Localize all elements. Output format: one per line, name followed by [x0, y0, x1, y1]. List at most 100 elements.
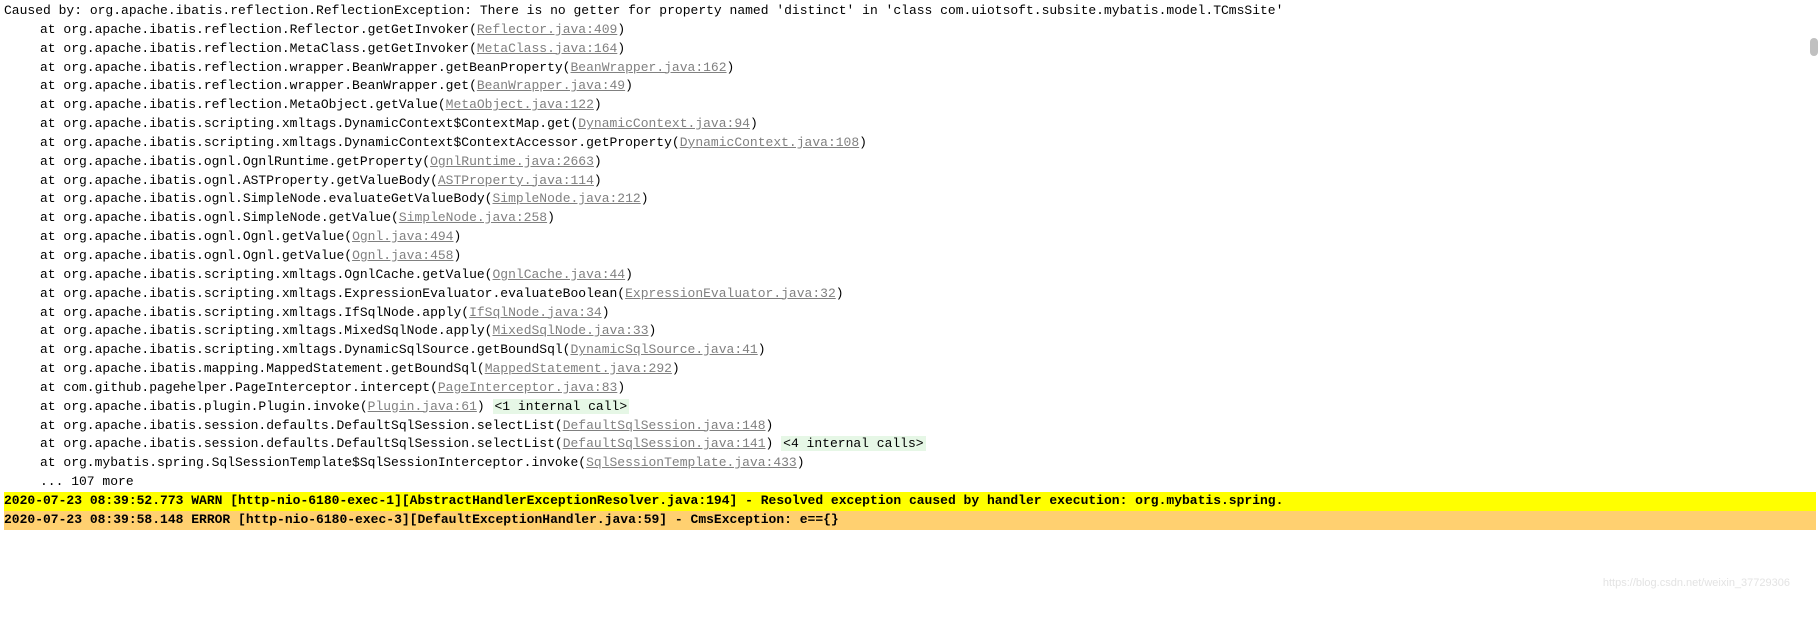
- frame-prefix: at org.apache.ibatis.reflection.MetaObje…: [40, 97, 446, 112]
- frame-prefix: at org.apache.ibatis.ognl.SimpleNode.eva…: [40, 191, 492, 206]
- frame-prefix: at org.apache.ibatis.reflection.MetaClas…: [40, 41, 477, 56]
- frame-prefix: at org.mybatis.spring.SqlSessionTemplate…: [40, 455, 586, 470]
- source-link[interactable]: BeanWrapper.java:49: [477, 78, 625, 93]
- stack-frame: at org.apache.ibatis.ognl.Ognl.getValue(…: [4, 247, 1816, 266]
- stack-frame: at com.github.pagehelper.PageInterceptor…: [4, 379, 1816, 398]
- stack-frame: at org.apache.ibatis.session.defaults.De…: [4, 435, 1816, 454]
- source-link[interactable]: Reflector.java:409: [477, 22, 617, 37]
- frame-prefix: at org.apache.ibatis.session.defaults.De…: [40, 436, 563, 451]
- source-link[interactable]: PageInterceptor.java:83: [438, 380, 617, 395]
- source-link[interactable]: MappedStatement.java:292: [485, 361, 672, 376]
- frame-suffix: ): [602, 305, 610, 320]
- stack-frame: at org.apache.ibatis.session.defaults.De…: [4, 417, 1816, 436]
- frame-suffix: ): [625, 267, 633, 282]
- source-link[interactable]: DynamicContext.java:94: [578, 116, 750, 131]
- frame-suffix: ): [672, 361, 680, 376]
- stacktrace-container: Caused by: org.apache.ibatis.reflection.…: [0, 0, 1820, 532]
- scrollbar-thumb[interactable]: [1810, 38, 1818, 56]
- source-link[interactable]: SimpleNode.java:258: [399, 210, 547, 225]
- stack-frame: at org.apache.ibatis.ognl.SimpleNode.eva…: [4, 190, 1816, 209]
- stack-frame: at org.apache.ibatis.scripting.xmltags.D…: [4, 341, 1816, 360]
- frame-prefix: at org.apache.ibatis.ognl.OgnlRuntime.ge…: [40, 154, 430, 169]
- stack-frame: at org.apache.ibatis.plugin.Plugin.invok…: [4, 398, 1816, 417]
- source-link[interactable]: SqlSessionTemplate.java:433: [586, 455, 797, 470]
- source-link[interactable]: Ognl.java:458: [352, 248, 453, 263]
- frame-prefix: at org.apache.ibatis.ognl.SimpleNode.get…: [40, 210, 399, 225]
- frame-suffix: ): [649, 323, 657, 338]
- stack-frame: at org.apache.ibatis.reflection.wrapper.…: [4, 59, 1816, 78]
- frame-prefix: at org.apache.ibatis.ognl.Ognl.getValue(: [40, 248, 352, 263]
- source-link[interactable]: DefaultSqlSession.java:141: [563, 436, 766, 451]
- frame-prefix: at org.apache.ibatis.scripting.xmltags.O…: [40, 267, 492, 282]
- source-link[interactable]: DynamicContext.java:108: [680, 135, 859, 150]
- stack-frame: at org.apache.ibatis.scripting.xmltags.M…: [4, 322, 1816, 341]
- frame-prefix: at org.apache.ibatis.session.defaults.De…: [40, 418, 563, 433]
- frame-suffix: ): [594, 97, 602, 112]
- error-log-line: 2020-07-23 08:39:58.148 ERROR [http-nio-…: [4, 511, 1816, 530]
- frame-suffix: ): [453, 229, 461, 244]
- stack-frame: at org.apache.ibatis.scripting.xmltags.D…: [4, 134, 1816, 153]
- frame-prefix: at org.apache.ibatis.plugin.Plugin.invok…: [40, 399, 368, 414]
- more-line: ... 107 more: [4, 473, 1816, 492]
- frame-suffix: ): [617, 41, 625, 56]
- frame-prefix: at com.github.pagehelper.PageInterceptor…: [40, 380, 438, 395]
- frame-suffix: ): [547, 210, 555, 225]
- frame-prefix: at org.apache.ibatis.ognl.Ognl.getValue(: [40, 229, 352, 244]
- frame-suffix: ): [617, 22, 625, 37]
- stack-frames: at org.apache.ibatis.reflection.Reflecto…: [4, 21, 1816, 473]
- frame-suffix: ): [727, 60, 735, 75]
- stack-frame: at org.apache.ibatis.reflection.MetaClas…: [4, 40, 1816, 59]
- source-link[interactable]: MetaObject.java:122: [446, 97, 594, 112]
- watermark: https://blog.csdn.net/weixin_37729306: [1603, 576, 1790, 592]
- frame-prefix: at org.apache.ibatis.mapping.MappedState…: [40, 361, 485, 376]
- frame-prefix: at org.apache.ibatis.scripting.xmltags.E…: [40, 286, 625, 301]
- source-link[interactable]: ExpressionEvaluator.java:32: [625, 286, 836, 301]
- source-link[interactable]: MetaClass.java:164: [477, 41, 617, 56]
- source-link[interactable]: SimpleNode.java:212: [492, 191, 640, 206]
- stack-frame: at org.apache.ibatis.scripting.xmltags.O…: [4, 266, 1816, 285]
- source-link[interactable]: DynamicSqlSource.java:41: [571, 342, 758, 357]
- internal-calls-tag[interactable]: <4 internal calls>: [781, 436, 925, 451]
- frame-suffix: ): [617, 380, 625, 395]
- source-link[interactable]: BeanWrapper.java:162: [571, 60, 727, 75]
- source-link[interactable]: Plugin.java:61: [368, 399, 477, 414]
- frame-suffix: ): [641, 191, 649, 206]
- frame-suffix: ): [766, 418, 774, 433]
- stack-frame: at org.apache.ibatis.scripting.xmltags.E…: [4, 285, 1816, 304]
- frame-suffix: ): [797, 455, 805, 470]
- stack-frame: at org.apache.ibatis.ognl.OgnlRuntime.ge…: [4, 153, 1816, 172]
- source-link[interactable]: OgnlCache.java:44: [492, 267, 625, 282]
- source-link[interactable]: DefaultSqlSession.java:148: [563, 418, 766, 433]
- frame-suffix: ): [594, 173, 602, 188]
- frame-prefix: at org.apache.ibatis.scripting.xmltags.D…: [40, 342, 571, 357]
- frame-suffix: ): [594, 154, 602, 169]
- frame-prefix: at org.apache.ibatis.scripting.xmltags.M…: [40, 323, 492, 338]
- stack-frame: at org.apache.ibatis.scripting.xmltags.I…: [4, 304, 1816, 323]
- frame-suffix: ): [758, 342, 766, 357]
- frame-suffix: ): [625, 78, 633, 93]
- stack-frame: at org.apache.ibatis.ognl.SimpleNode.get…: [4, 209, 1816, 228]
- frame-prefix: at org.apache.ibatis.reflection.Reflecto…: [40, 22, 477, 37]
- vertical-scrollbar[interactable]: [1808, 0, 1818, 618]
- stack-frame: at org.apache.ibatis.ognl.ASTProperty.ge…: [4, 172, 1816, 191]
- frame-prefix: at org.apache.ibatis.scripting.xmltags.D…: [40, 116, 578, 131]
- stack-frame: at org.apache.ibatis.reflection.wrapper.…: [4, 77, 1816, 96]
- frame-prefix: at org.apache.ibatis.reflection.wrapper.…: [40, 78, 477, 93]
- source-link[interactable]: IfSqlNode.java:34: [469, 305, 602, 320]
- caused-by-line: Caused by: org.apache.ibatis.reflection.…: [4, 2, 1816, 21]
- frame-suffix: ): [750, 116, 758, 131]
- frame-suffix: ): [859, 135, 867, 150]
- stack-frame: at org.apache.ibatis.ognl.Ognl.getValue(…: [4, 228, 1816, 247]
- source-link[interactable]: MixedSqlNode.java:33: [492, 323, 648, 338]
- stack-frame: at org.apache.ibatis.reflection.Reflecto…: [4, 21, 1816, 40]
- frame-prefix: at org.apache.ibatis.scripting.xmltags.I…: [40, 305, 469, 320]
- stack-frame: at org.mybatis.spring.SqlSessionTemplate…: [4, 454, 1816, 473]
- frame-suffix: ): [477, 399, 485, 414]
- source-link[interactable]: Ognl.java:494: [352, 229, 453, 244]
- source-link[interactable]: ASTProperty.java:114: [438, 173, 594, 188]
- frame-prefix: at org.apache.ibatis.ognl.ASTProperty.ge…: [40, 173, 438, 188]
- source-link[interactable]: OgnlRuntime.java:2663: [430, 154, 594, 169]
- stack-frame: at org.apache.ibatis.reflection.MetaObje…: [4, 96, 1816, 115]
- internal-calls-tag[interactable]: <1 internal call>: [493, 399, 630, 414]
- frame-prefix: at org.apache.ibatis.scripting.xmltags.D…: [40, 135, 680, 150]
